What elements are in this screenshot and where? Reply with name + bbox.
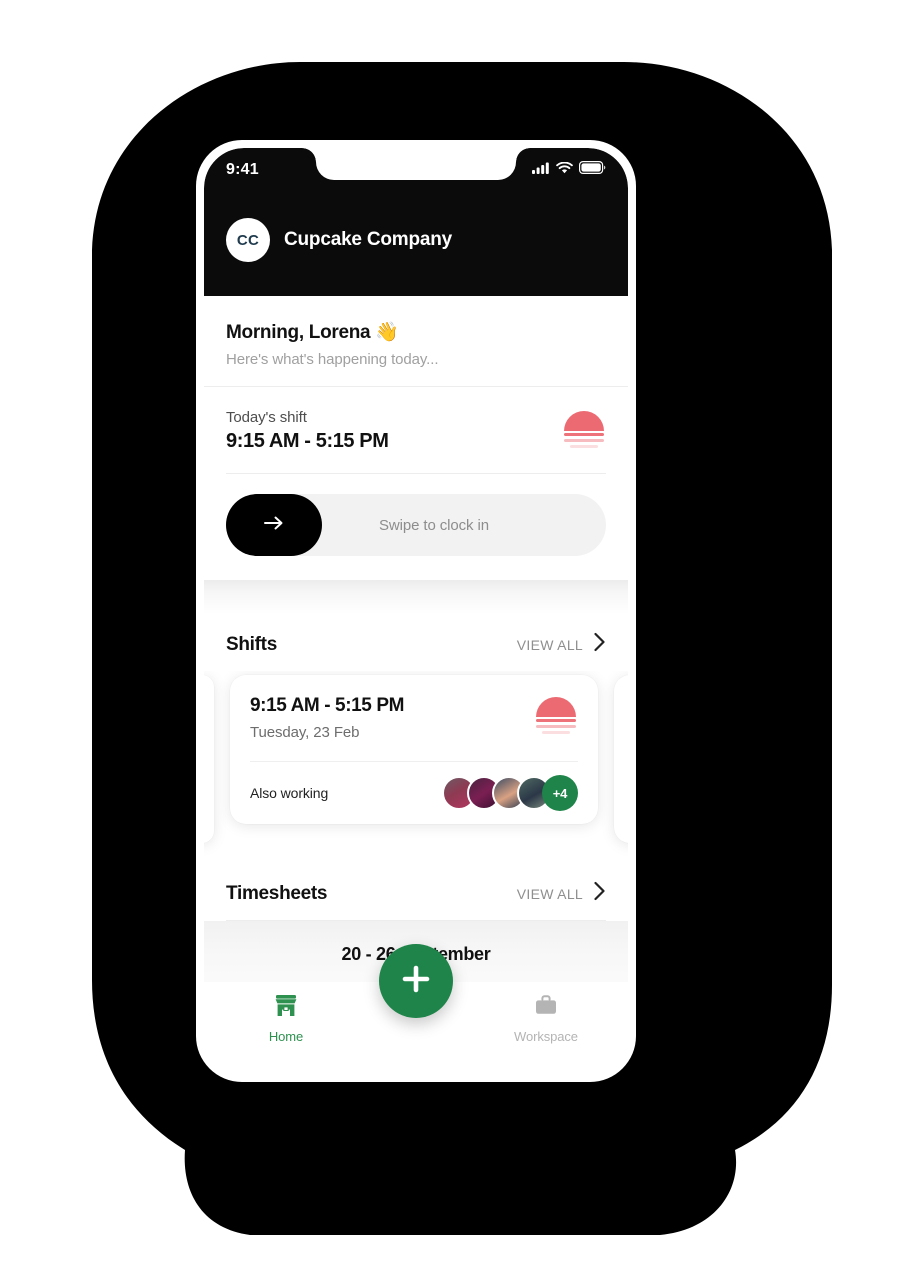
todays-shift-label: Today's shift (226, 409, 307, 426)
screenshot-stage: 9:41 CC Cupcake Company Morning, Lorena … (0, 0, 924, 1278)
briefcase-icon (533, 994, 559, 1023)
nav-item-workspace[interactable]: Workspace (464, 994, 628, 1044)
nav-item-home[interactable]: Home (204, 994, 368, 1044)
sunrise-icon (534, 697, 578, 737)
nav-label-workspace: Workspace (514, 1029, 578, 1044)
greeting-block: Morning, Lorena 👋 Here's what's happenin… (204, 296, 628, 386)
chevron-right-icon (593, 632, 606, 657)
avatar-overflow-count: +4 (542, 775, 578, 811)
cellular-signal-icon (532, 161, 550, 179)
wifi-icon (556, 161, 573, 179)
store-icon (273, 994, 299, 1023)
shift-card-next[interactable]: 9:15 AM - 5:15 PM Wednesday, 24 Feb Also… (614, 675, 628, 843)
sunrise-icon (562, 411, 606, 451)
shifts-title: Shifts (226, 633, 277, 655)
add-button-fab[interactable] (379, 944, 453, 1018)
clock-in-track[interactable]: Swipe to clock in (226, 494, 606, 556)
nav-label-home: Home (268, 1029, 304, 1044)
status-bar: 9:41 (204, 148, 628, 192)
battery-icon (579, 161, 606, 179)
timesheets-title: Timesheets (226, 882, 328, 904)
company-avatar[interactable]: CC (226, 218, 270, 262)
plus-icon (399, 962, 433, 1001)
phone-screen: 9:41 CC Cupcake Company Morning, Lorena … (204, 148, 628, 1074)
also-working-label: Also working (250, 785, 329, 801)
clock-in-slider[interactable]: Swipe to clock in (204, 474, 628, 580)
coworker-avatar-group[interactable]: +4 (442, 775, 578, 811)
shifts-section-header: Shifts VIEW ALL (204, 614, 628, 671)
chevron-right-icon (593, 881, 606, 906)
shift-card-previous[interactable] (204, 675, 214, 843)
shifts-view-all-label: VIEW ALL (516, 636, 583, 653)
company-name: Cupcake Company (284, 229, 453, 250)
timesheets-section-header: Timesheets VIEW ALL (204, 859, 628, 920)
app-top-bar: 9:41 CC Cupcake Company (204, 148, 628, 296)
shifts-carousel[interactable]: 9:15 AM - 5:15 PM Tuesday, 23 Feb Also w… (204, 671, 628, 859)
todays-shift-card[interactable]: Today's shift 9:15 AM - 5:15 PM (204, 387, 628, 453)
greeting-subtitle: Here's what's happening today... (226, 351, 439, 368)
section-separator (204, 580, 628, 614)
company-header[interactable]: CC Cupcake Company (204, 204, 628, 276)
shift-card-time: 9:15 AM - 5:15 PM (250, 695, 405, 716)
shift-card[interactable]: 9:15 AM - 5:15 PM Tuesday, 23 Feb Also w… (230, 675, 598, 824)
todays-shift-time: 9:15 AM - 5:15 PM (226, 430, 389, 452)
shift-card-date: Tuesday, 23 Feb (250, 724, 360, 741)
clock-in-knob[interactable] (226, 494, 322, 556)
status-time: 9:41 (226, 161, 259, 178)
arrow-right-icon (263, 515, 285, 536)
timesheets-view-all-label: VIEW ALL (516, 885, 583, 902)
timesheets-view-all-button[interactable]: VIEW ALL (517, 881, 606, 906)
phone-device: 9:41 CC Cupcake Company Morning, Lorena … (196, 140, 636, 1082)
status-icons (532, 161, 606, 179)
greeting-title: Morning, Lorena 👋 (226, 322, 399, 343)
shifts-view-all-button[interactable]: VIEW ALL (517, 632, 606, 657)
